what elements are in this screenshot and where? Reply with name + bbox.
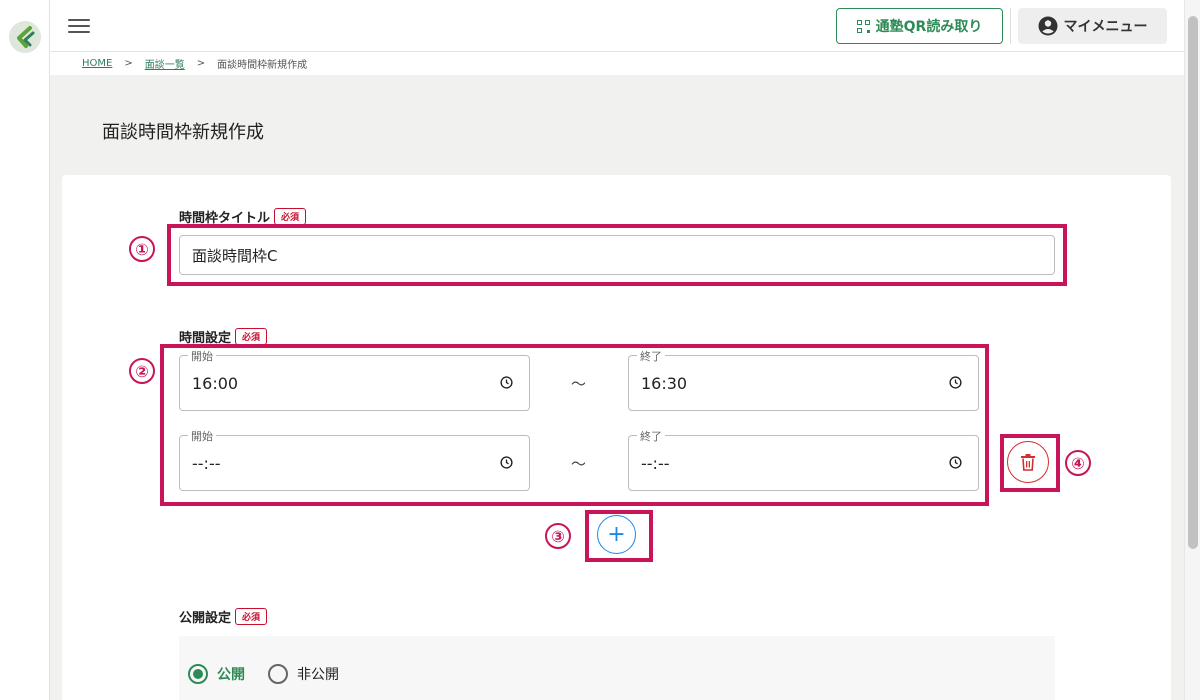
breadcrumb-separator: > (196, 58, 206, 69)
breadcrumb: HOME > 面談一覧 > 面談時間枠新規作成 (50, 52, 1184, 75)
annotation-number-2: ② (129, 358, 155, 384)
top-header: 通塾QR読み取り マイメニュー (50, 0, 1184, 52)
breadcrumb-current: 面談時間枠新規作成 (217, 60, 308, 71)
scrollbar-thumb[interactable] (1188, 16, 1198, 549)
highlight-frame-3 (585, 510, 653, 562)
radio-private-label: 非公開 (297, 667, 339, 683)
page-title: 面談時間枠新規作成 (102, 122, 264, 143)
radio-private[interactable]: 非公開 (268, 664, 339, 684)
sidebar (0, 0, 50, 700)
my-menu-button[interactable]: マイメニュー (1018, 8, 1167, 44)
qr-scan-label: 通塾QR読み取り (875, 19, 983, 35)
breadcrumb-list-link[interactable]: 面談一覧 (145, 56, 185, 71)
breadcrumb-separator: > (124, 58, 133, 69)
highlight-frame-2 (160, 344, 989, 506)
hamburger-menu-icon[interactable] (68, 16, 90, 36)
required-badge: 必須 (235, 608, 268, 625)
radio-public-label: 公開 (217, 667, 245, 683)
annotation-number-4: ④ (1065, 450, 1091, 476)
radio-checked-icon (188, 664, 208, 684)
header-divider (1010, 8, 1011, 44)
annotation-number-1: ① (129, 236, 155, 262)
radio-public[interactable]: 公開 (188, 664, 245, 684)
page-scrollbar[interactable] (1184, 0, 1200, 700)
highlight-frame-4 (1000, 434, 1060, 492)
account-circle-icon (1038, 16, 1057, 36)
annotation-number-3: ③ (545, 523, 571, 549)
qr-scan-button[interactable]: 通塾QR読み取り (836, 8, 1003, 44)
app-logo-icon[interactable] (9, 21, 41, 53)
highlight-frame-1 (167, 224, 1067, 286)
radio-unchecked-icon (268, 664, 288, 684)
required-badge: 必須 (274, 208, 307, 225)
qr-code-icon (856, 19, 870, 33)
my-menu-label: マイメニュー (1063, 19, 1148, 35)
breadcrumb-home-link[interactable]: HOME (82, 58, 112, 69)
visibility-label: 公開設定 必須 (179, 607, 268, 626)
required-badge: 必須 (235, 328, 268, 345)
visibility-label-text: 公開設定 (179, 611, 232, 626)
